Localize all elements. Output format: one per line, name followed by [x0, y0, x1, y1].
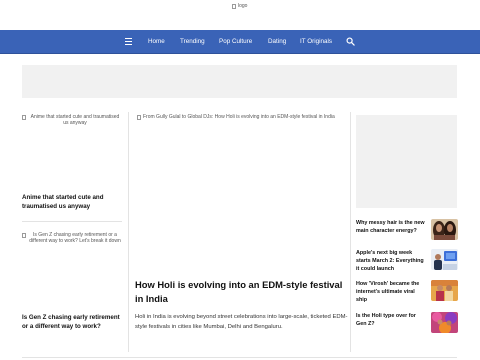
row-divider: [22, 221, 122, 222]
column-divider: [350, 112, 351, 352]
broken-image-icon: [22, 233, 26, 238]
sidebar-article[interactable]: Is the Holi type over for Gen Z?: [356, 312, 458, 336]
nav-item-it-originals[interactable]: IT Originals: [300, 30, 332, 54]
broken-image-icon: [22, 115, 26, 120]
hero-image[interactable]: From Gully Gulal to Global DJs: How Holi…: [137, 114, 349, 121]
hamburger-menu-icon[interactable]: [125, 38, 132, 45]
sidebar-article[interactable]: Apple's next big week starts March 2: Ev…: [356, 249, 458, 273]
broken-image-icon: [232, 4, 236, 10]
sidebar-article-title: Why messy hair is the new main character…: [356, 220, 425, 234]
nav-item-trending[interactable]: Trending: [180, 30, 205, 54]
sidebar-article-title: Is the Holi type over for Gen Z?: [356, 313, 416, 327]
sidebar-article-title: How 'Virosh' became the internet's ultim…: [356, 281, 420, 303]
article-thumbnail[interactable]: Anime that started cute and traumatised …: [22, 114, 122, 127]
main-navigation: Home Trending Pop Culture Dating IT Orig…: [0, 30, 480, 54]
sidebar-article[interactable]: How 'Virosh' became the internet's ultim…: [356, 280, 458, 304]
nav-item-home[interactable]: Home: [148, 30, 165, 54]
sidebar-ad: [356, 115, 457, 208]
article-thumbnail[interactable]: Is Gen Z chasing early retirement or a d…: [22, 232, 122, 245]
hero-description: Holi in India is evolving beyond street …: [135, 314, 348, 331]
article-title[interactable]: Is Gen Z chasing early retirement or a d…: [22, 314, 126, 332]
couple-wedding-photo-icon: [431, 280, 458, 301]
search-icon[interactable]: [346, 37, 355, 46]
thumbnail-alt-text: Is Gen Z chasing early retirement or a d…: [29, 232, 121, 244]
thumbnail-alt-text: Anime that started cute and traumatised …: [30, 114, 120, 126]
sidebar-article[interactable]: Why messy hair is the new main character…: [356, 219, 458, 243]
hero-image-alt-text: From Gully Gulal to Global DJs: How Holi…: [143, 114, 335, 120]
site-logo[interactable]: logo: [232, 3, 248, 10]
column-divider: [128, 112, 129, 352]
holi-celebration-photo-icon: [431, 312, 458, 333]
hero-title[interactable]: How Holi is evolving into an EDM-style f…: [135, 278, 348, 306]
nav-item-pop-culture[interactable]: Pop Culture: [219, 30, 252, 54]
sidebar-article-title: Apple's next big week starts March 2: Ev…: [356, 250, 424, 272]
ad-banner: [22, 65, 457, 98]
women-hair-photo-icon: [431, 219, 458, 240]
nav-item-dating[interactable]: Dating: [268, 30, 286, 54]
broken-image-icon: [137, 115, 141, 120]
logo-alt-text: logo: [238, 3, 248, 9]
apple-event-photo-icon: [431, 249, 458, 270]
bottom-divider: [22, 357, 457, 358]
article-title[interactable]: Anime that started cute and traumatised …: [22, 194, 122, 212]
